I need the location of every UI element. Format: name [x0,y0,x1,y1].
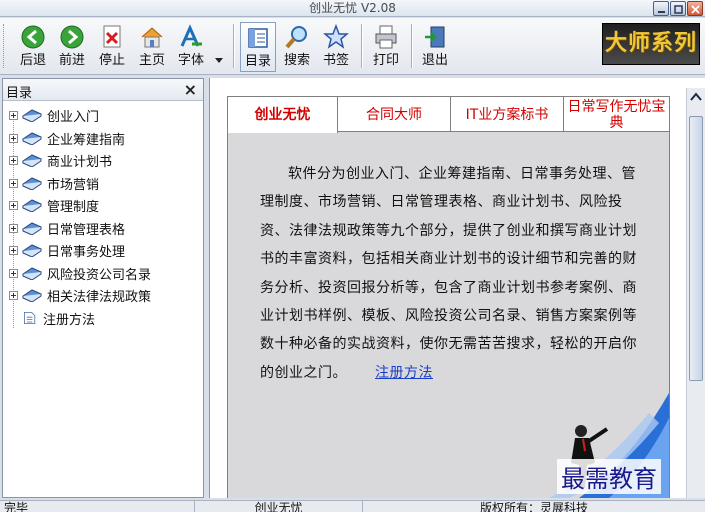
tree-item-startup-basics[interactable]: 创业入门 [9,105,99,125]
toolbar-separator [233,24,235,68]
status-cell-copyright: 版权所有：灵展科技 [479,501,588,512]
minimize-icon [658,11,665,13]
page-icon [24,312,36,324]
forward-button[interactable]: 前进 [53,22,91,72]
tree-item-management-rules[interactable]: 管理制度 [9,195,99,215]
content-page: 软件分为创业入门、企业筹建指南、日常事务处理、管理制度、市场营销、日常管理表格、… [227,131,670,498]
tree-item-laws-policies[interactable]: 相关法律法规政策 [9,285,151,305]
book-icon [22,244,42,257]
scroll-up-icon[interactable] [690,92,702,101]
tab-bar: 创业无忧 合同大师 IT业方案标书 日常写作无忧宝典 [227,96,670,133]
maximize-button[interactable] [670,1,686,16]
close-icon [691,5,700,14]
status-cell-app: 创业无忧 [195,501,363,512]
search-icon [285,26,307,49]
tab-chuangye-wuyou[interactable]: 创业无忧 [227,96,338,133]
close-panel-icon[interactable]: × [184,80,197,99]
book-icon [22,132,42,145]
book-icon [22,199,42,212]
book-icon [22,154,42,167]
printer-icon [375,25,397,49]
back-button[interactable]: 后退 [14,22,52,72]
minimize-button[interactable] [653,1,669,16]
expand-icon[interactable] [9,110,18,120]
registration-link[interactable]: 注册方法 [375,365,433,381]
window-title: 创业无忧 V2.08 [309,1,396,15]
contents-button[interactable]: 目录 [240,22,276,72]
expand-icon[interactable] [9,245,18,255]
maximize-icon [674,5,683,14]
expand-icon[interactable] [9,155,18,165]
exit-button[interactable]: 退出 [417,22,453,72]
scroll-thumb[interactable] [689,116,703,381]
intro-paragraph: 软件分为创业入门、企业筹建指南、日常事务处理、管理制度、市场营销、日常管理表格、… [260,166,637,381]
toolbar-separator [411,24,413,68]
font-dropdown-icon[interactable] [214,56,224,64]
print-button[interactable]: 打印 [368,22,404,72]
search-button[interactable]: 搜索 [279,22,315,72]
tree-item-company-setup[interactable]: 企业筹建指南 [9,128,125,148]
book-icon [22,222,42,235]
stop-icon [103,25,121,48]
exit-door-icon [425,26,445,48]
tree-item-daily-affairs[interactable]: 日常事务处理 [9,240,125,260]
brand-logo: 大师系列 [602,23,700,65]
tab-daily-writing[interactable]: 日常写作无忧宝典 [563,96,670,132]
expand-icon[interactable] [9,178,18,188]
expand-icon[interactable] [9,268,18,278]
book-icon [22,289,42,302]
home-button[interactable]: 主页 [133,22,171,72]
stop-button[interactable]: 停止 [93,22,131,72]
book-icon [22,267,42,280]
home-icon [141,27,163,48]
tree-item-vc-directory[interactable]: 风险投资公司名录 [9,263,151,283]
tree-item-business-plan[interactable]: 商业计划书 [9,150,112,170]
forward-arrow-icon [60,25,84,49]
tree-item-daily-forms[interactable]: 日常管理表格 [9,218,125,238]
font-button[interactable]: 字体 [172,22,210,72]
font-icon [180,24,202,47]
expand-icon[interactable] [9,290,18,300]
bookmark-star-icon [323,24,349,49]
expand-icon[interactable] [9,200,18,210]
book-icon [22,109,42,122]
expand-icon[interactable] [9,223,18,233]
contents-panel-header: 目录 × [3,79,203,101]
toolbar: 后退 前进 停止 主页 字体 目录 搜索 书签 打印 退出 大师系列 [0,18,705,75]
toolbar-separator [361,24,363,68]
watermark-text: 最需教育 [557,459,661,494]
window-controls [653,1,703,16]
book-icon [22,177,42,190]
title-bar: 创业无忧 V2.08 [0,0,705,17]
toolbar-grip[interactable] [3,24,6,68]
close-window-button[interactable] [687,1,703,16]
status-bar: 完毕 创业无忧 版权所有：灵展科技 [0,500,705,512]
tree-item-registration[interactable]: 注册方法 [9,308,95,328]
vertical-scrollbar[interactable] [686,88,705,498]
status-cell-state: 完毕 [0,501,195,512]
back-arrow-icon [21,25,45,49]
contents-icon [248,28,268,48]
tree-item-marketing[interactable]: 市场营销 [9,173,99,193]
bookmark-button[interactable]: 书签 [318,22,354,72]
tab-it-proposal[interactable]: IT业方案标书 [450,96,564,132]
contents-panel-title: 目录 [6,86,33,101]
contents-panel: 目录 × 创业入门 企业筹建指南 商业计划书 市场营销 管理制度 日常管理表格 … [2,78,204,498]
expand-icon[interactable] [9,133,18,143]
tab-hetong-dashi[interactable]: 合同大师 [337,96,451,132]
content-panel: 创业无忧 合同大师 IT业方案标书 日常写作无忧宝典 软件分为创业入门、企业筹建… [209,78,705,498]
